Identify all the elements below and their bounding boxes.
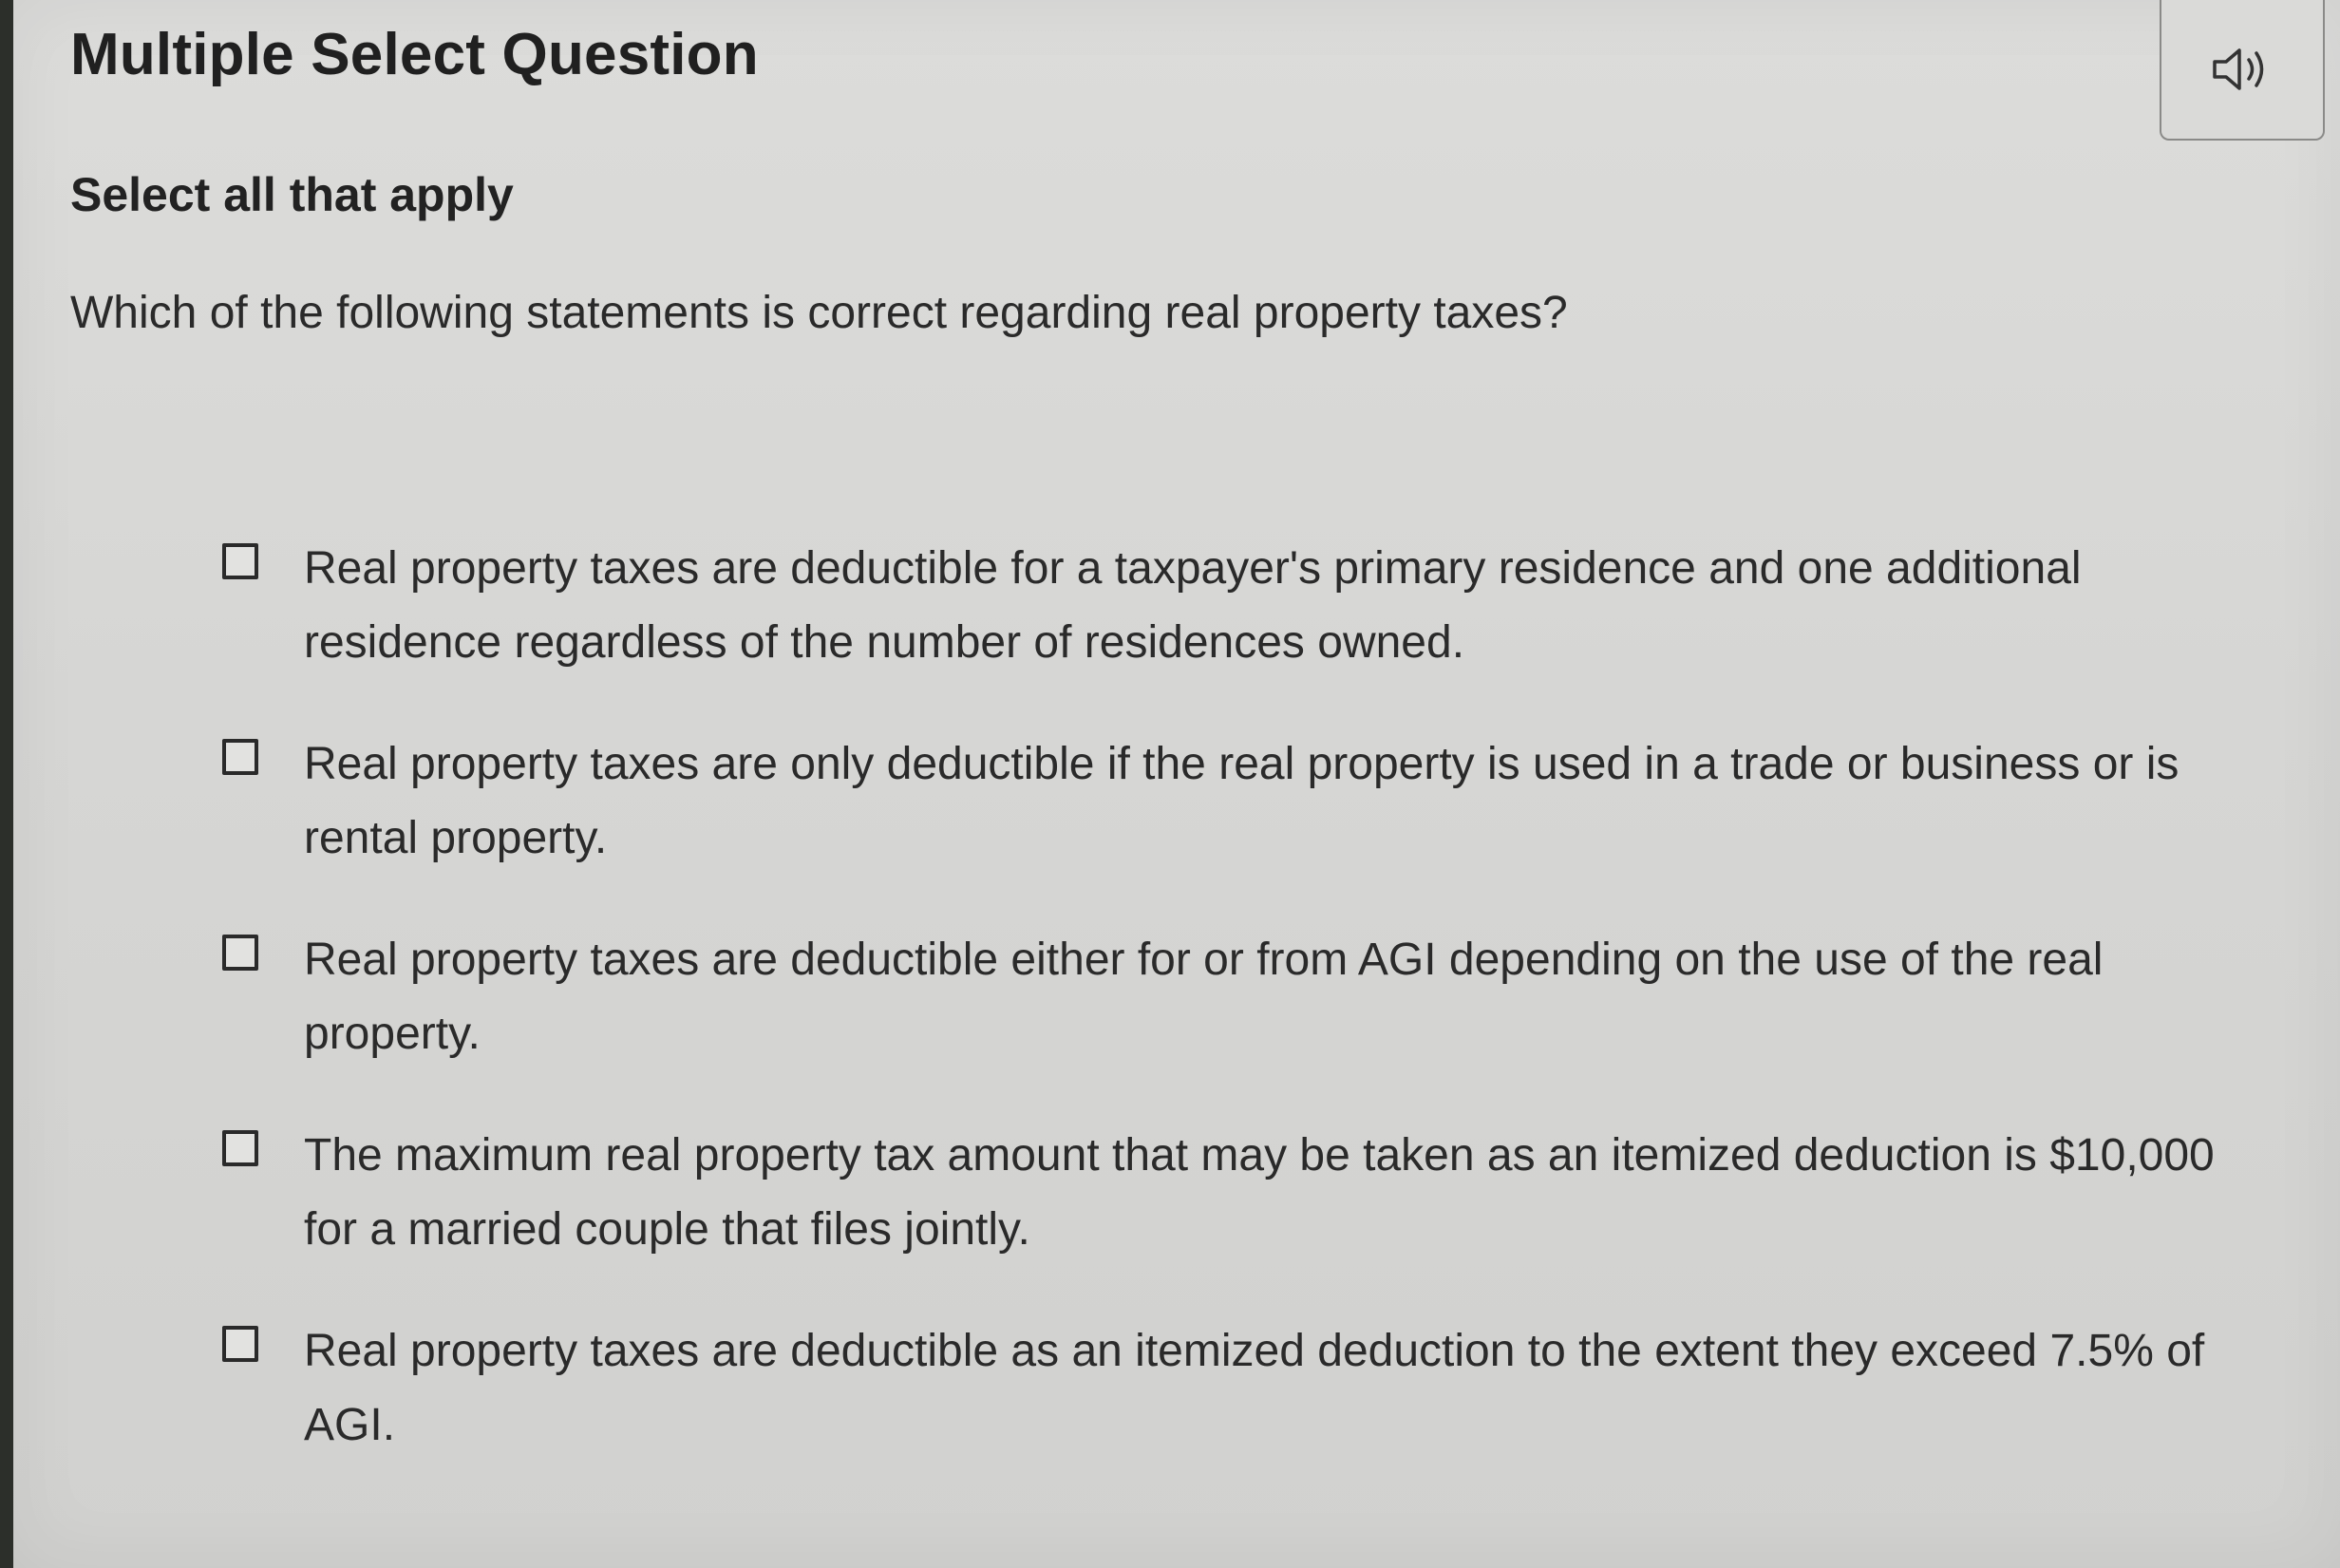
answer-option[interactable]: Real property taxes are only deductible … xyxy=(220,727,2262,876)
option-checkbox[interactable] xyxy=(222,935,258,971)
option-label: Real property taxes are deductible for a… xyxy=(304,543,2082,668)
answer-options-list: Real property taxes are deductible for a… xyxy=(220,532,2262,1510)
option-checkbox[interactable] xyxy=(222,543,258,579)
option-label: The maximum real property tax amount tha… xyxy=(304,1130,2215,1255)
option-checkbox[interactable] xyxy=(222,1326,258,1362)
instruction-text: Select all that apply xyxy=(70,168,514,221)
option-label: Real property taxes are only deductible … xyxy=(304,739,2180,863)
read-aloud-button[interactable] xyxy=(2160,0,2325,141)
answer-option[interactable]: Real property taxes are deductible eithe… xyxy=(220,923,2262,1071)
option-label: Real property taxes are deductible as an… xyxy=(304,1326,2205,1450)
option-label: Real property taxes are deductible eithe… xyxy=(304,935,2104,1059)
answer-option[interactable]: Real property taxes are deductible as an… xyxy=(220,1314,2262,1463)
option-checkbox[interactable] xyxy=(222,739,258,775)
question-type-title: Multiple Select Question xyxy=(70,22,759,87)
option-checkbox[interactable] xyxy=(222,1130,258,1166)
question-prompt: Which of the following statements is cor… xyxy=(70,288,1568,338)
answer-option[interactable]: The maximum real property tax amount tha… xyxy=(220,1119,2262,1267)
question-screen: Multiple Select Question Select all that… xyxy=(13,0,2340,1568)
answer-option[interactable]: Real property taxes are deductible for a… xyxy=(220,532,2262,680)
speaker-volume-icon xyxy=(2213,48,2264,90)
